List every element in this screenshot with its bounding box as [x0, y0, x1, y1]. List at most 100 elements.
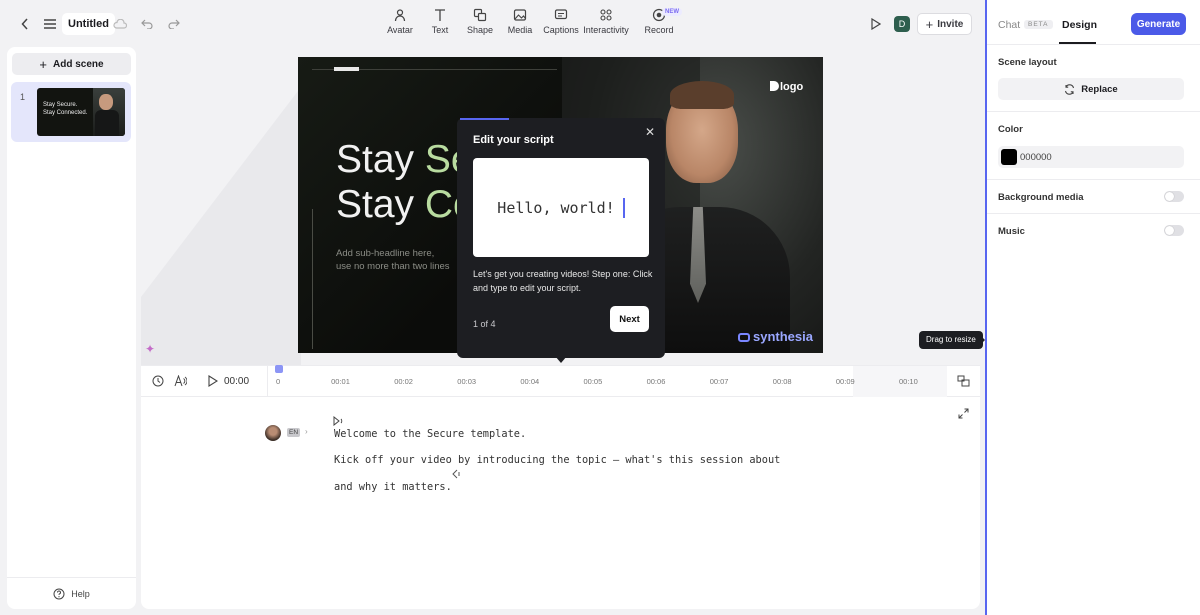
divider [987, 179, 1200, 180]
undo-icon[interactable] [139, 16, 155, 32]
redo-icon[interactable] [166, 16, 182, 32]
user-avatar[interactable]: D [894, 16, 910, 32]
script-line-1[interactable]: Welcome to the Secure template. [334, 428, 526, 440]
tool-label: Interactivity [583, 25, 629, 35]
logo-mark-icon [770, 81, 779, 91]
timeline-tick: 00:05 [583, 377, 603, 386]
color-field[interactable]: 000000 [998, 146, 1184, 168]
project-title[interactable]: Untitled [62, 13, 115, 35]
thumb-face [99, 94, 113, 110]
music-toggle[interactable] [1164, 225, 1184, 236]
timeline-tick: 00:09 [835, 377, 855, 386]
tool-label: Captions [543, 25, 579, 35]
cloud-sync-icon [112, 16, 128, 32]
layout-toggle-icon[interactable] [957, 375, 970, 390]
play-icon[interactable] [208, 375, 219, 390]
tool-label: Text [431, 25, 449, 35]
color-label: Color [998, 124, 1023, 135]
popover-title: Edit your script [473, 134, 554, 146]
refresh-icon [1065, 83, 1075, 95]
timeline-divider [267, 366, 268, 398]
tool-interactivity[interactable]: Interactivity [576, 8, 636, 35]
tool-label: Media [507, 25, 533, 35]
text-cursor [622, 197, 625, 218]
scene-number: 1 [20, 92, 26, 102]
onboarding-popover: Edit your script ✕ Hello, world! Let's g… [457, 118, 665, 363]
vertical-rule [312, 209, 313, 349]
timeline-tick: 00:07 [709, 377, 729, 386]
presenter-hair [670, 81, 734, 109]
magic-sparkle-icon[interactable]: ✦ [145, 342, 159, 356]
top-bar-mark [334, 67, 359, 71]
playhead[interactable] [275, 365, 283, 373]
popover-arrow [555, 356, 567, 363]
design-panel: Chat BETA Design Generate Scene layout R… [985, 0, 1200, 615]
tab-design[interactable]: Design [1062, 19, 1097, 31]
language-badge[interactable]: EN [287, 428, 301, 437]
thumb-line-2: Stay Connected. [43, 110, 88, 116]
popover-accent [460, 118, 509, 120]
play-icon[interactable] [868, 16, 884, 32]
watermark-text: synthesia [753, 329, 813, 344]
popover-step: 1 of 4 [473, 319, 496, 329]
subheadline-line-1: Add sub-headline here, [336, 248, 435, 259]
replace-button[interactable]: Replace [998, 78, 1184, 100]
tool-label: Record [644, 25, 674, 35]
replace-label: Replace [1081, 83, 1118, 95]
generate-button[interactable]: Generate [1131, 13, 1186, 35]
expand-icon[interactable] [958, 408, 969, 422]
voice-icon[interactable] [174, 374, 188, 390]
voice-play-icon[interactable] [333, 415, 345, 429]
insert-pause-icon[interactable] [451, 468, 461, 482]
invite-button[interactable]: + Invite [917, 13, 972, 35]
script-preview-box: Hello, world! [473, 158, 649, 257]
headline: Stay Se Stay Co [336, 137, 475, 227]
text-icon [435, 9, 445, 21]
script-preview-text: Hello, world! [497, 198, 615, 217]
subheadline-line-2: use no more than two lines [336, 261, 450, 272]
invite-label: Invite [937, 18, 964, 30]
divider [987, 44, 1200, 45]
thumb-line-1: Stay Secure. [43, 102, 78, 108]
avatar-thumbnail[interactable] [265, 425, 281, 441]
top-bar: Untitled Avatar Text Shape Media Caption… [0, 0, 985, 47]
menu-icon[interactable] [40, 14, 60, 34]
help-icon [53, 588, 65, 599]
script-line-3[interactable]: and why it matters. [334, 481, 452, 493]
headline-line-1: Stay [336, 138, 425, 181]
current-time: 00:00 [224, 376, 250, 387]
timeline-tick: 00:01 [331, 377, 350, 386]
subheadline: Add sub-headline here, use no more than … [336, 247, 450, 273]
captions-icon [554, 9, 568, 20]
add-scene-label: Add scene [53, 58, 104, 70]
thumb-text: Stay Secure. Stay Connected. [43, 101, 87, 117]
tab-chat[interactable]: Chat [998, 19, 1020, 31]
logo-text: logo [780, 81, 804, 93]
help-label: Help [71, 588, 90, 599]
script-line-2[interactable]: Kick off your video by introducing the t… [334, 454, 780, 466]
scene-panel: + Add scene 1 Stay Secure. Stay Connecte… [7, 47, 136, 609]
timeline-tick: 00:08 [772, 377, 792, 386]
plus-icon: + [39, 56, 47, 72]
scene-thumbnail[interactable]: Stay Secure. Stay Connected. [37, 88, 125, 136]
add-scene-button[interactable]: + Add scene [12, 53, 131, 75]
clock-icon[interactable] [152, 375, 164, 390]
timeline-tick: 00:10 [899, 377, 918, 386]
timeline-tick: 00:04 [520, 377, 540, 386]
close-icon[interactable]: ✕ [645, 125, 655, 139]
avatar-icon [394, 9, 406, 22]
background-media-toggle[interactable] [1164, 191, 1184, 202]
headline-line-2: Stay [336, 183, 425, 226]
back-arrow-icon[interactable] [18, 16, 32, 32]
shape-icon [473, 8, 487, 22]
help-button[interactable]: Help [7, 577, 136, 609]
timeline[interactable]: 00:00 0 00:01 00:02 00:03 00:04 00:05 00:06 00:… [141, 365, 980, 398]
popover-description: Let's get you creating videos! Step one:… [473, 269, 653, 293]
next-button[interactable]: Next [610, 306, 649, 332]
thumb-body [95, 110, 119, 136]
chevron-right-icon[interactable]: › [305, 427, 308, 436]
timeline-tick: 0 [276, 377, 281, 386]
script-editor[interactable]: EN › Welcome to the Secure template. Kic… [141, 397, 980, 609]
color-swatch[interactable] [1001, 149, 1017, 165]
color-value[interactable]: 000000 [1020, 152, 1052, 163]
